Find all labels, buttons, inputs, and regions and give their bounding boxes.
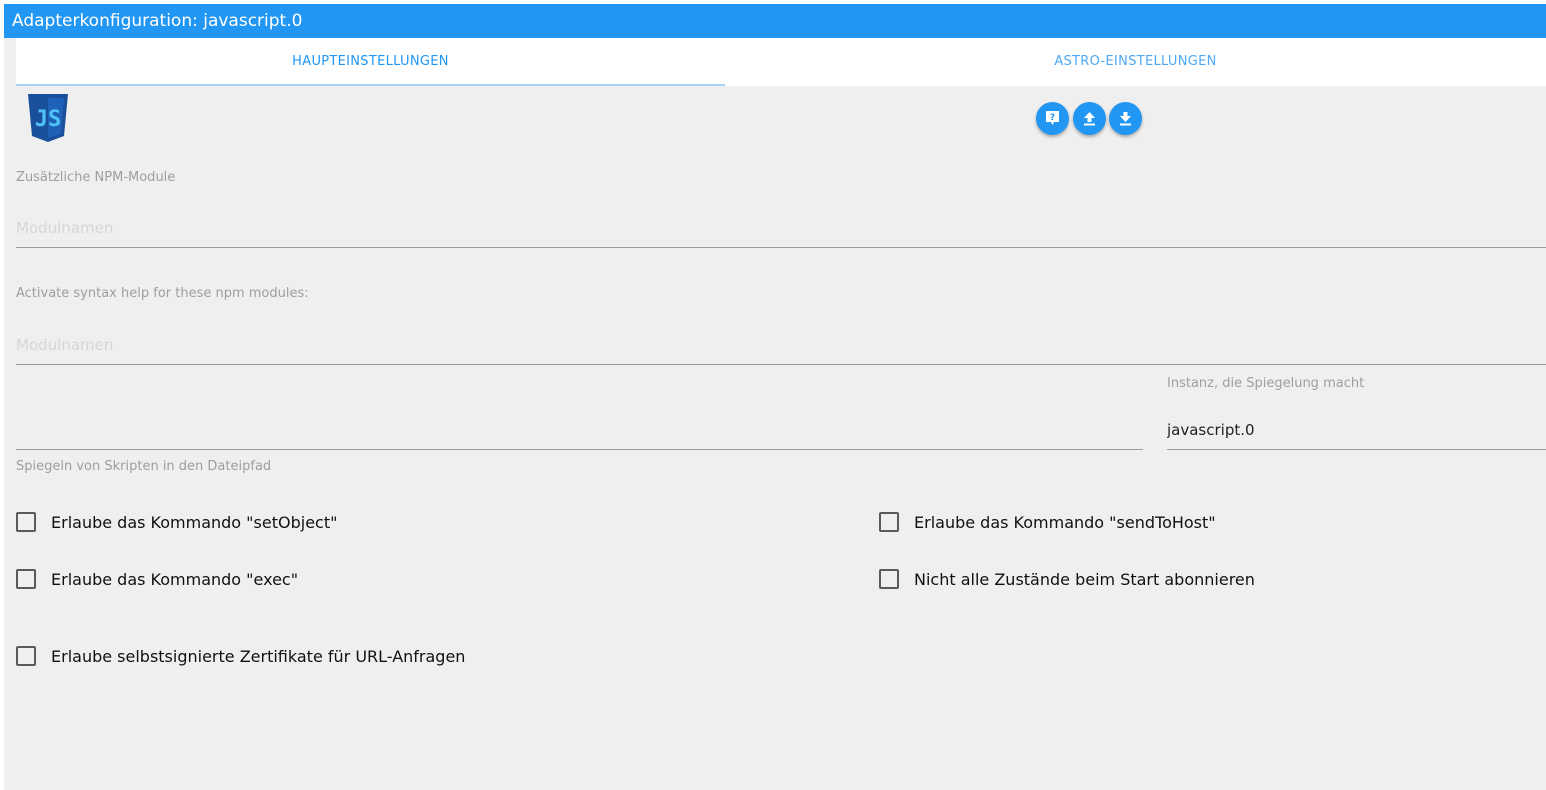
mirror-path-label: Spiegeln von Skripten in den Dateipfad [16,459,272,474]
upload-icon [1084,112,1095,126]
syntax-help-label: Activate syntax help for these npm modul… [16,286,309,301]
syntax-help-input[interactable] [16,325,1546,365]
svg-text:?: ? [1050,113,1055,123]
mirror-path-input[interactable] [16,410,1143,450]
self-signed-label: Erlaube selbstsignierte Zertifikate für … [51,646,466,666]
checkbox-row-self-signed[interactable]: Erlaube selbstsignierte Zertifikate für … [16,644,465,668]
checkbox-row-send-to-host[interactable]: Erlaube das Kommando "sendToHost" [879,510,1216,534]
svg-text:JS: JS [35,107,62,132]
tab-bar: HAUPTEINSTELLUNGEN ASTRO-EINSTELLUNGEN [16,38,1546,86]
help-button[interactable]: ? [1036,102,1069,135]
help-icon: ? [1046,111,1059,125]
checkbox-row-exec[interactable]: Erlaube das Kommando "exec" [16,567,298,591]
tab-haupteinstellungen[interactable]: HAUPTEINSTELLUNGEN [16,38,725,86]
set-object-checkbox[interactable] [16,512,36,532]
upload-button[interactable] [1073,102,1106,135]
checkbox-row-no-subscribe[interactable]: Nicht alle Zustände beim Start abonniere… [879,567,1255,591]
exec-checkbox[interactable] [16,569,36,589]
self-signed-checkbox[interactable] [16,646,36,666]
download-icon [1120,112,1131,126]
send-to-host-label: Erlaube das Kommando "sendToHost" [914,512,1216,532]
exec-label: Erlaube das Kommando "exec" [51,569,299,589]
npm-modules-input[interactable] [16,208,1546,248]
set-object-label: Erlaube das Kommando "setObject" [51,512,338,532]
download-button[interactable] [1109,102,1142,135]
no-subscribe-label: Nicht alle Zustände beim Start abonniere… [914,569,1255,589]
mirror-instance-label: Instanz, die Spiegelung macht [1167,376,1365,391]
javascript-logo-icon: JS [26,94,70,142]
mirror-instance-select[interactable] [1167,410,1546,450]
adapter-config-window: Adapterkonfiguration: javascript.0 HAUPT… [4,4,1546,790]
send-to-host-checkbox[interactable] [879,512,899,532]
no-subscribe-checkbox[interactable] [879,569,899,589]
checkbox-row-set-object[interactable]: Erlaube das Kommando "setObject" [16,510,337,534]
window-title: Adapterkonfiguration: javascript.0 [4,4,1546,38]
npm-modules-label: Zusätzliche NPM-Module [16,170,176,185]
tab-astro-einstellungen[interactable]: ASTRO-EINSTELLUNGEN [725,38,1546,86]
